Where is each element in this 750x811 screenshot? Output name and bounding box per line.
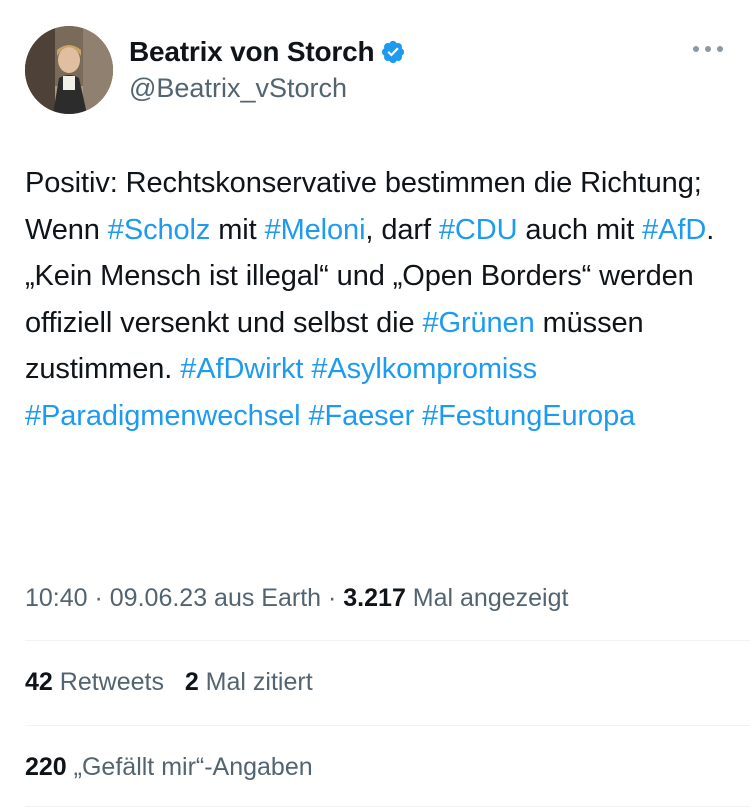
hashtag-link[interactable]: #AfD (642, 214, 706, 246)
dot (717, 46, 723, 52)
divider (25, 725, 750, 726)
retweets-label: Retweets (52, 668, 164, 696)
hashtag-link[interactable]: #Meloni (265, 214, 366, 246)
meta-separator: · (87, 584, 110, 612)
hashtag-link[interactable]: #Paradigmenwechsel (25, 400, 301, 432)
quotes-label: Mal zitiert (198, 668, 313, 696)
hashtag-link[interactable]: #AfDwirkt (180, 353, 303, 385)
tweet-meta: 10:40 · 09.06.23 aus Earth · 3.217 Mal a… (25, 584, 568, 613)
avatar-image (25, 26, 113, 114)
tweet-date[interactable]: 09.06.23 (110, 584, 207, 612)
meta-separator: · (321, 584, 344, 612)
tweet-source: aus Earth (207, 584, 322, 612)
views-count: 3.217 (343, 584, 406, 612)
author-handle[interactable]: @Beatrix_vStorch (129, 73, 347, 104)
hashtag-link[interactable]: #Grünen (422, 307, 534, 339)
likes-count: 220 (25, 753, 67, 781)
divider (25, 640, 750, 641)
avatar[interactable] (25, 26, 113, 114)
tweet-header: Beatrix von Storch @Beatrix_vStorch (25, 26, 735, 116)
verified-badge-icon (382, 40, 405, 64)
author-name-row[interactable]: Beatrix von Storch (129, 36, 406, 68)
likes-label: „Gefällt mir“-Angaben (66, 753, 313, 781)
likes-link[interactable]: 220 „Gefällt mir“-Angaben (25, 753, 313, 781)
divider (25, 806, 750, 807)
hashtag-link[interactable]: #FestungEuropa (422, 400, 635, 432)
likes-stats-row: 220 „Gefällt mir“-Angaben (25, 753, 313, 782)
quotes-link[interactable]: 2 Mal zitiert (185, 668, 313, 696)
dot (693, 46, 699, 52)
retweet-stats-row: 42 Retweets 2 Mal zitiert (25, 668, 313, 697)
author-display-name[interactable]: Beatrix von Storch (129, 36, 375, 68)
hashtag-link[interactable]: #Scholz (108, 214, 211, 246)
tweet-text-segment: , darf (365, 213, 439, 246)
hashtag-link[interactable]: #Asylkompromiss (311, 353, 537, 385)
tweet-text: Positiv: Rechtskonservative bestimmen di… (25, 160, 715, 439)
tweet-text-segment (414, 400, 422, 432)
dot (705, 46, 711, 52)
quotes-count: 2 (184, 668, 199, 696)
more-dots-icon[interactable] (693, 44, 723, 54)
hashtag-link[interactable]: #CDU (439, 214, 518, 246)
hashtag-link[interactable]: #Faeser (308, 400, 414, 432)
retweets-count: 42 (25, 668, 53, 696)
retweets-link[interactable]: 42 Retweets (25, 668, 164, 696)
tweet-text-segment: auch mit (517, 213, 643, 246)
tweet-time[interactable]: 10:40 (25, 584, 88, 612)
views-label: Mal angezeigt (405, 584, 569, 612)
tweet-text-segment: mit (210, 213, 265, 246)
